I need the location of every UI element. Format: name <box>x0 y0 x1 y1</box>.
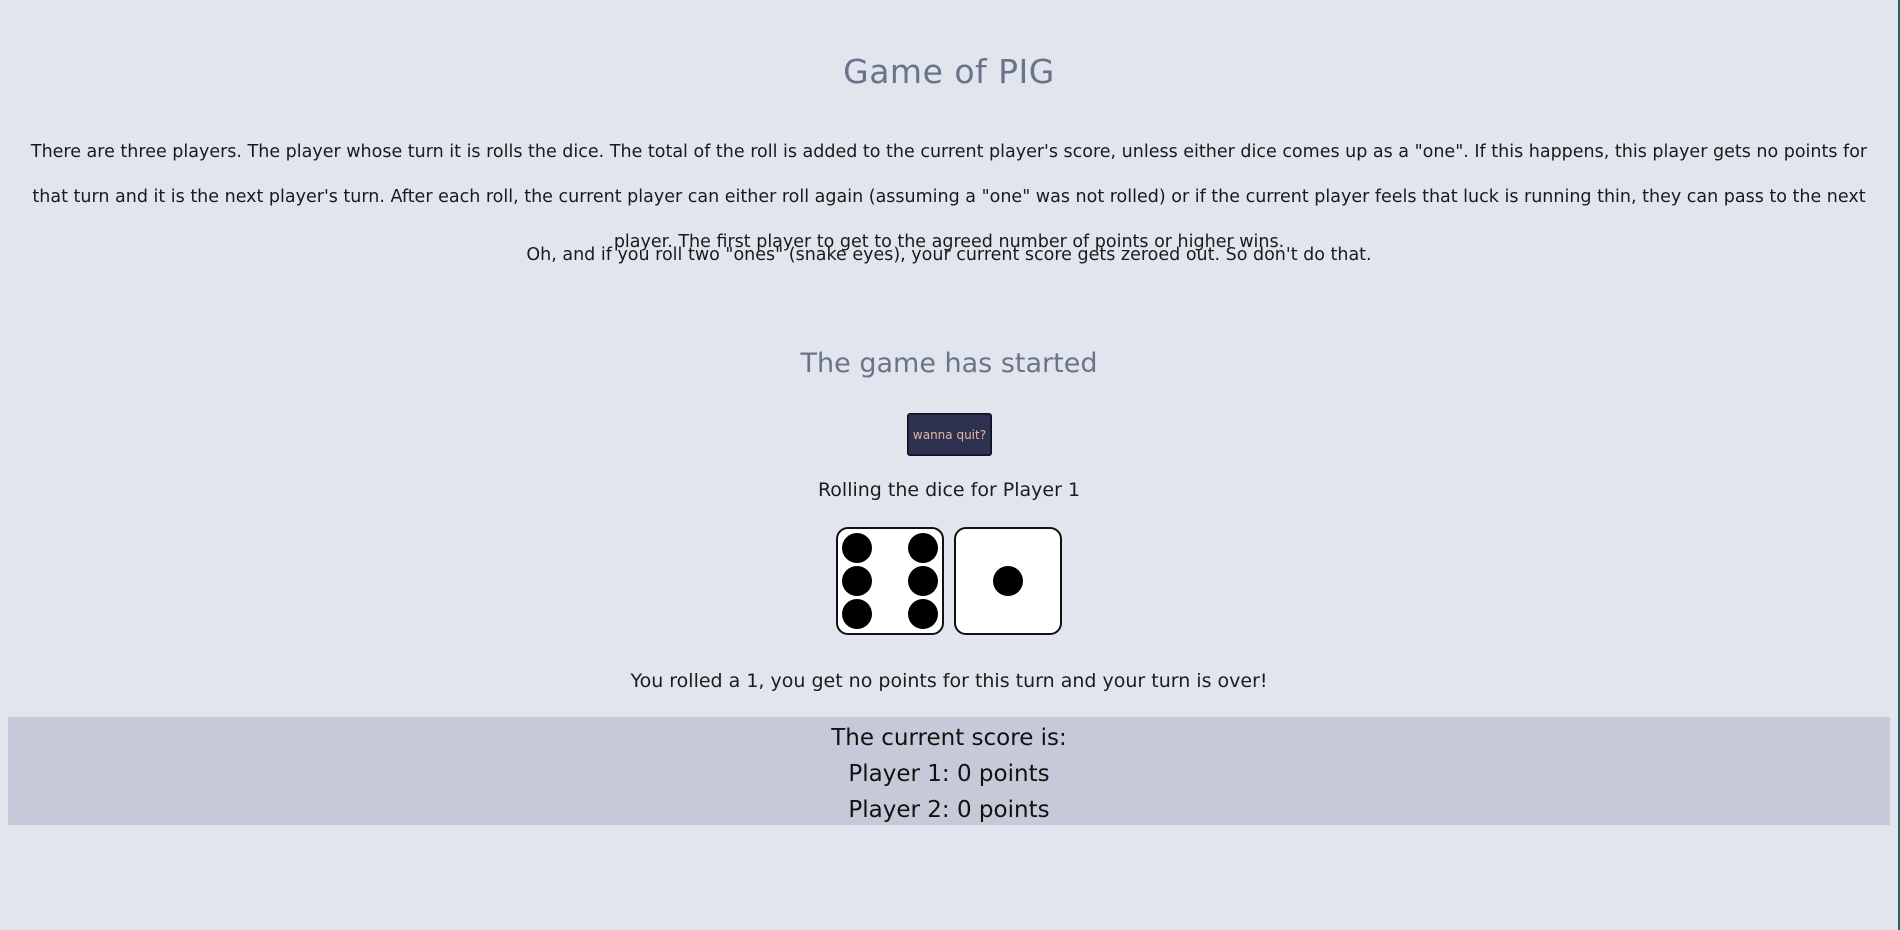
snake-eyes-note: Oh, and if you roll two "ones" (snake ey… <box>526 245 1372 265</box>
player-2-score: Player 2: 0 points <box>848 797 1050 823</box>
roll-result-text: You rolled a 1, you get no points for th… <box>630 670 1268 692</box>
die-pip <box>841 566 872 596</box>
scoreboard: The current score is: Player 1: 0 points… <box>8 717 1890 825</box>
die-1 <box>836 527 944 635</box>
die-2 <box>954 527 1062 635</box>
game-page: Game of PIG There are three players. The… <box>0 0 1900 930</box>
page-title: Game of PIG <box>843 52 1055 91</box>
rolling-status-text: Rolling the dice for Player 1 <box>817 479 1081 501</box>
die-pip <box>993 566 1023 596</box>
die-pip <box>841 599 872 630</box>
quit-button[interactable]: wanna quit? <box>907 413 992 456</box>
die-pip <box>908 532 939 563</box>
dice-area <box>836 527 1064 637</box>
score-heading: The current score is: <box>831 725 1067 751</box>
die-pip <box>841 532 872 563</box>
die-pip <box>908 599 939 630</box>
player-1-score: Player 1: 0 points <box>848 761 1050 787</box>
game-status-heading: The game has started <box>800 348 1098 379</box>
die-pip <box>908 566 939 596</box>
